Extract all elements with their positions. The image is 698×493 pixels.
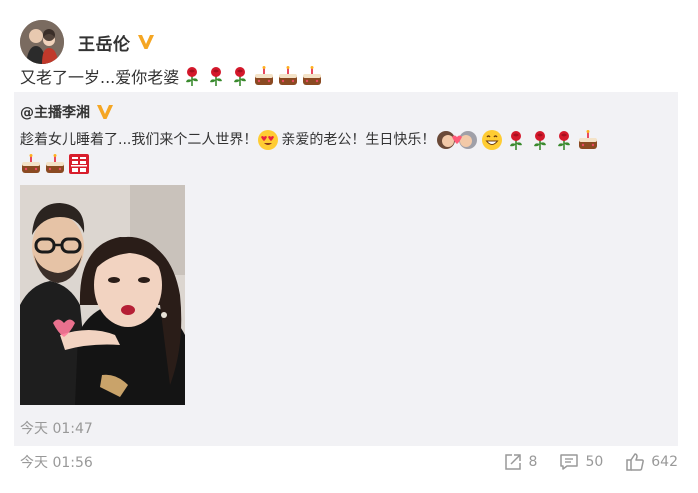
verified-icon — [96, 104, 114, 120]
weibo-post: 王岳伦 又老了一岁...爱你老婆 @主播李湘 趁着女儿睡着了...我们来个二人世… — [0, 0, 698, 493]
rose-icon — [205, 65, 227, 87]
thumbs-up-icon — [625, 452, 645, 472]
repost-photo[interactable] — [20, 185, 185, 405]
like-button[interactable]: 642 — [625, 452, 678, 472]
rose-icon — [505, 129, 527, 151]
cake-icon — [577, 129, 599, 151]
repost-text: 趁着女儿睡着了...我们来个二人世界！ 亲爱的老公！生日快乐！ — [20, 128, 672, 176]
repost-author: @主播李湘 — [20, 102, 114, 122]
rose-icon — [229, 65, 251, 87]
repost-author-name[interactable]: @主播李湘 — [20, 102, 90, 122]
repost-text-part-2: 亲爱的老公！生日快乐！ — [281, 132, 436, 148]
author-name[interactable]: 王岳伦 — [78, 30, 131, 55]
comment-count: 50 — [585, 454, 604, 470]
share-icon — [503, 452, 523, 472]
repost-timestamp[interactable]: 今天 01:47 — [20, 418, 93, 438]
post-header: 王岳伦 — [20, 20, 155, 64]
grin-icon — [481, 129, 503, 151]
repost-text-part-1: 趁着女儿睡着了...我们来个二人世界！ — [20, 132, 258, 148]
heart-eyes-icon — [257, 129, 279, 151]
cake-icon — [277, 65, 299, 87]
post-text-body: 又老了一岁...爱你老婆 — [20, 68, 180, 87]
rose-icon — [553, 129, 575, 151]
rose-icon — [181, 65, 203, 87]
post-text: 又老了一岁...爱你老婆 — [20, 64, 325, 88]
share-button[interactable]: 8 — [503, 452, 538, 472]
comment-icon — [559, 452, 579, 472]
cake-icon — [301, 65, 323, 87]
double-happiness-icon — [68, 153, 90, 175]
avatar[interactable] — [20, 20, 64, 64]
post-timestamp[interactable]: 今天 01:56 — [20, 452, 93, 472]
repost-text-line-1: 趁着女儿睡着了...我们来个二人世界！ 亲爱的老公！生日快乐！ — [20, 128, 672, 152]
rose-icon — [529, 129, 551, 151]
share-count: 8 — [528, 454, 538, 470]
repost-box[interactable]: @主播李湘 趁着女儿睡着了...我们来个二人世界！ 亲爱的老公！生日快乐！ 今天… — [14, 92, 678, 446]
cake-icon — [44, 153, 66, 175]
kiss-couple-icon — [435, 129, 479, 151]
repost-text-line-2 — [20, 152, 672, 176]
like-count: 642 — [651, 454, 678, 470]
action-bar: 8 50 642 — [481, 452, 678, 472]
verified-icon — [137, 34, 155, 50]
cake-icon — [20, 153, 42, 175]
cake-icon — [253, 65, 275, 87]
post-emojis — [181, 65, 325, 87]
comment-button[interactable]: 50 — [559, 452, 603, 472]
